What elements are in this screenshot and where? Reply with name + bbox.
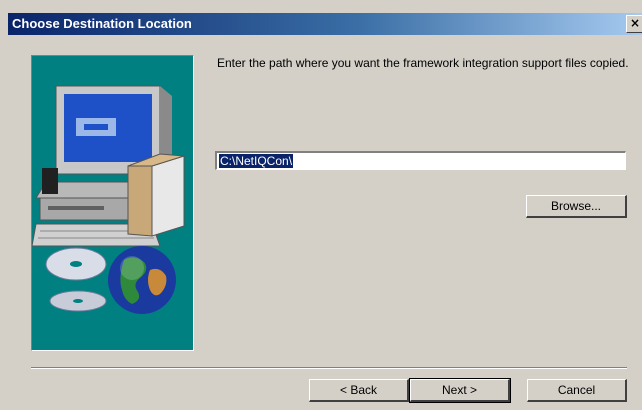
cd-illustration — [45, 247, 107, 312]
computer-illustration — [32, 85, 185, 247]
cancel-button[interactable]: Cancel — [527, 379, 627, 402]
destination-path-value[interactable]: C:\NetIQCon\ — [219, 154, 294, 168]
setup-dialog: Choose Destination Location × Enter the … — [0, 0, 642, 410]
title-bar[interactable]: Choose Destination Location × — [8, 13, 642, 35]
next-button[interactable]: Next > — [409, 378, 511, 403]
destination-path-field[interactable]: C:\NetIQCon\ — [215, 151, 626, 170]
globe-illustration — [108, 246, 176, 314]
back-button[interactable]: < Back — [309, 379, 409, 402]
close-icon[interactable]: × — [626, 15, 642, 33]
setup-illustration — [32, 85, 185, 314]
browse-button[interactable]: Browse... — [526, 195, 627, 218]
dialog-title: Choose Destination Location — [12, 16, 192, 31]
button-separator — [31, 367, 627, 369]
destination-prompt: Enter the path where you want the framew… — [217, 56, 629, 70]
setup-illustration-panel — [31, 55, 194, 351]
